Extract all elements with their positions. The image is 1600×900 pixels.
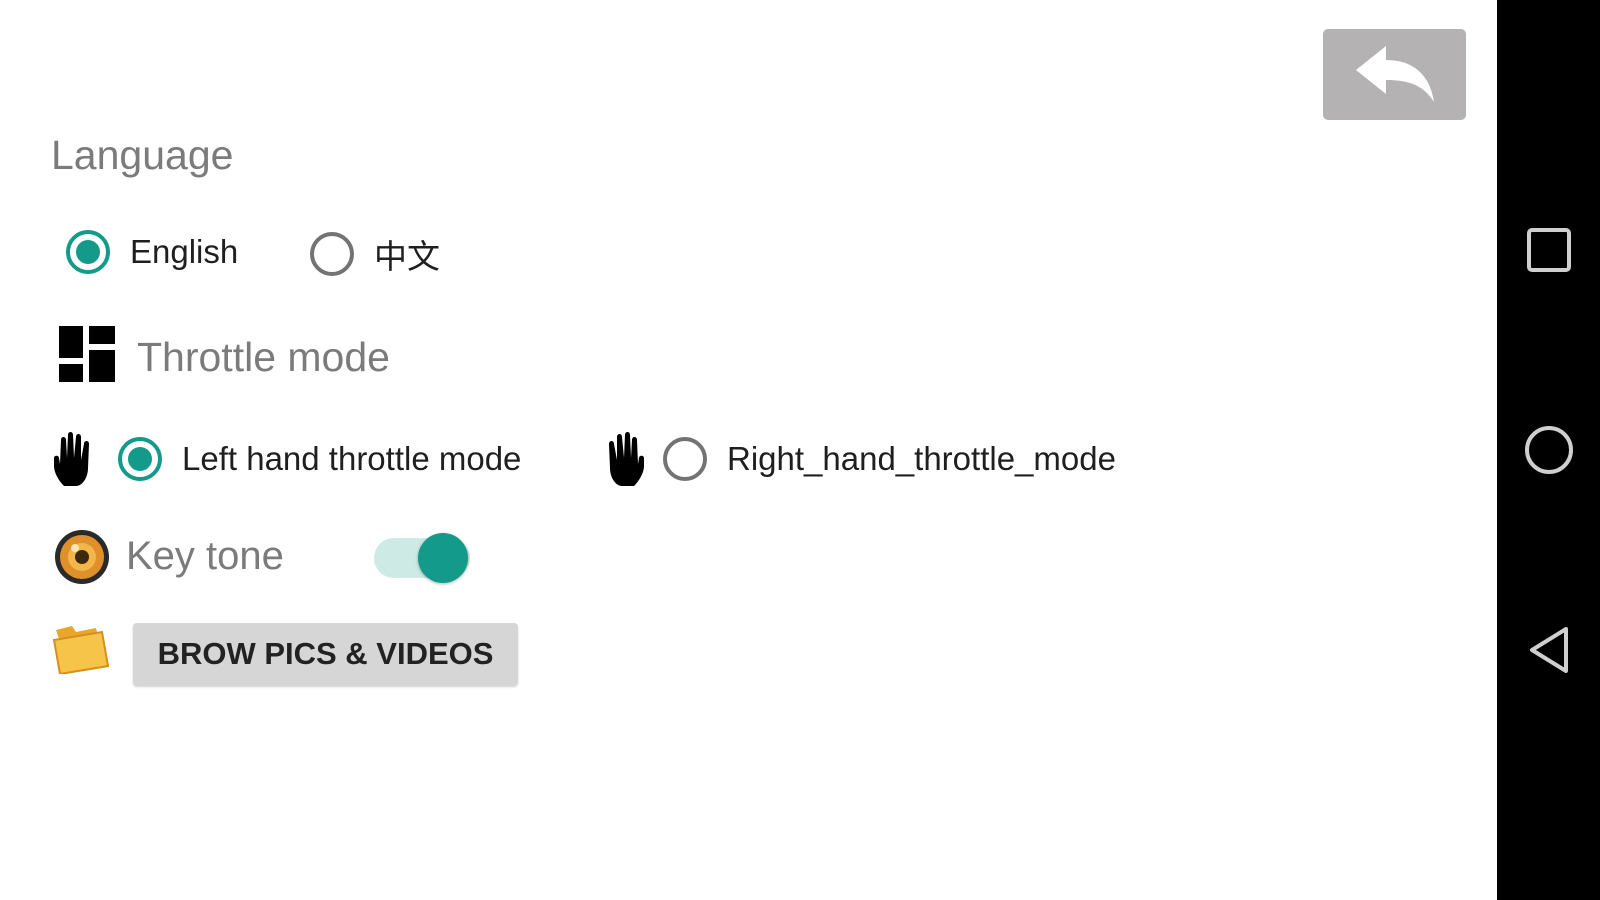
switch-thumb <box>418 533 468 583</box>
system-nav-bar <box>1497 0 1600 900</box>
folder-icon <box>52 626 110 674</box>
home-button[interactable] <box>1497 410 1600 490</box>
reply-arrow-icon <box>1355 45 1434 102</box>
dashboard-grid-icon <box>59 326 115 382</box>
browse-pics-videos-button[interactable]: BROW PICS & VIDEOS <box>133 623 518 685</box>
right-hand-radio[interactable] <box>663 437 707 481</box>
key-tone-label: Key tone <box>126 534 284 578</box>
home-circle-icon <box>1524 426 1573 474</box>
chinese-radio[interactable] <box>310 232 354 276</box>
system-back-button[interactable] <box>1497 610 1600 690</box>
back-triangle-icon <box>1529 627 1568 673</box>
recents-square-icon <box>1526 228 1571 272</box>
language-option-english[interactable]: English <box>66 230 238 274</box>
settings-screen: Language English 中文 Throttle mode Left h… <box>0 0 1497 900</box>
chinese-label: 中文 <box>374 238 440 275</box>
recents-button[interactable] <box>1497 210 1600 290</box>
left-hand-radio[interactable] <box>118 437 162 481</box>
language-title: Language <box>51 132 234 178</box>
back-button[interactable] <box>1323 29 1466 120</box>
throttle-title: Throttle mode <box>137 334 390 380</box>
left-hand-icon <box>54 432 89 486</box>
right-hand-label: Right_hand_throttle_mode <box>727 440 1116 477</box>
key-tone-switch[interactable] <box>374 530 474 586</box>
throttle-option-right[interactable]: Right_hand_throttle_mode <box>663 437 1116 481</box>
left-hand-label: Left hand throttle mode <box>182 440 522 477</box>
english-radio[interactable] <box>66 230 110 274</box>
right-hand-icon <box>609 432 644 486</box>
speaker-icon <box>55 530 109 584</box>
english-label: English <box>130 233 239 270</box>
language-option-chinese[interactable]: 中文 <box>310 230 440 278</box>
throttle-option-left[interactable]: Left hand throttle mode <box>118 437 521 481</box>
